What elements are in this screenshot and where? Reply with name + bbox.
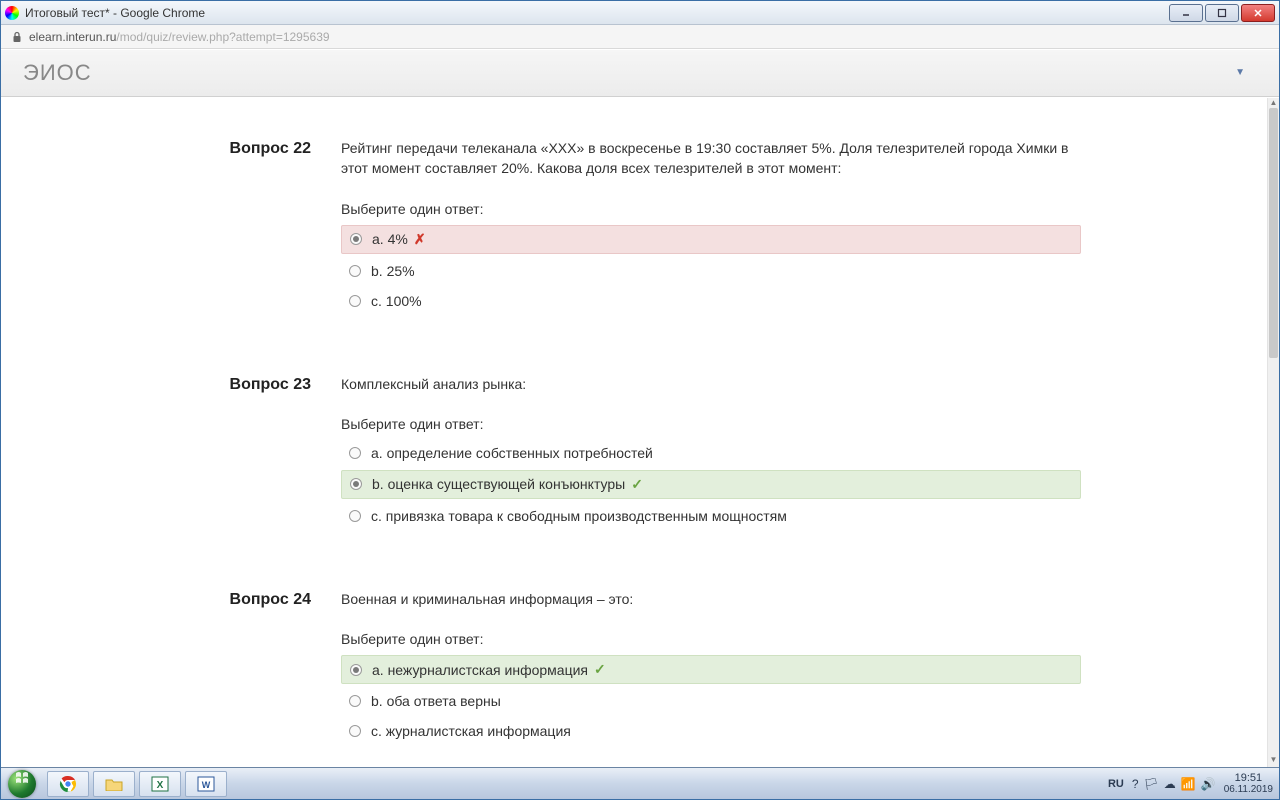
question-block: Вопрос 23 Комплексный анализ рынка: Выбери…	[1, 374, 1267, 533]
tray-language[interactable]: RU	[1108, 778, 1124, 790]
vertical-scrollbar[interactable]: ▲ ▼	[1267, 98, 1279, 767]
question-text: Рейтинг передачи телеканала «XXX» в воск…	[341, 138, 1081, 179]
url-host: elearn.interun.ru	[29, 30, 116, 44]
answer-option[interactable]: a. 4% ✗	[341, 225, 1081, 254]
svg-text:W: W	[202, 780, 211, 790]
quiz-content: Вопрос 22 Рейтинг передачи телеканала «XX…	[1, 98, 1267, 767]
taskbar-app-explorer[interactable]	[93, 771, 135, 797]
excel-icon: X	[151, 775, 169, 793]
question-number: Вопрос 23	[41, 376, 311, 394]
answer-option[interactable]: b. 25%	[341, 258, 1081, 284]
answer-label: b. оба ответа верны	[371, 693, 501, 709]
question-number: Вопрос 22	[41, 140, 311, 158]
taskbar-app-word[interactable]: W	[185, 771, 227, 797]
windows-orb-icon	[8, 770, 36, 798]
choose-label: Выберите один ответ:	[341, 416, 1081, 432]
tray-volume-icon[interactable]: 🔊	[1201, 777, 1216, 791]
taskbar-app-chrome[interactable]	[47, 771, 89, 797]
minimize-button[interactable]	[1169, 4, 1203, 22]
answer-label: b. оценка существующей конъюнктуры	[372, 476, 625, 492]
question-block: Вопрос 24 Военная и криминальная информац…	[1, 589, 1267, 748]
radio-icon	[350, 664, 362, 676]
url-bar[interactable]: elearn.interun.ru/mod/quiz/review.php?at…	[1, 25, 1279, 49]
answer-label: b. 25%	[371, 263, 415, 279]
question-number: Вопрос 24	[41, 591, 311, 609]
radio-icon	[349, 295, 361, 307]
window-title: Итоговый тест* - Google Chrome	[25, 6, 1169, 20]
question-block: Вопрос 22 Рейтинг передачи телеканала «XX…	[1, 138, 1267, 318]
answer-label: a. определение собственных потребностей	[371, 445, 653, 461]
site-title: ЭИОС	[23, 60, 92, 86]
url-path: /mod/quiz/review.php?attempt=1295639	[116, 30, 329, 44]
scroll-thumb[interactable]	[1269, 108, 1278, 358]
question-text: Военная и криминальная информация – это:	[341, 589, 1081, 609]
answer-list: a. определение собственных потребностей b…	[341, 440, 1081, 529]
answer-option[interactable]: b. оценка существующей конъюнктуры ✓	[341, 470, 1081, 499]
answer-list: a. 4% ✗ b. 25% c. 100%	[341, 225, 1081, 314]
radio-icon	[350, 478, 362, 490]
start-button[interactable]	[1, 768, 43, 800]
answer-label: c. 100%	[371, 293, 422, 309]
chrome-favicon-icon	[5, 6, 19, 20]
question-text: Комплексный анализ рынка:	[341, 374, 1081, 394]
radio-icon	[349, 447, 361, 459]
window-frame: Итоговый тест* - Google Chrome elearn.in…	[0, 0, 1280, 800]
tray-icons: ? 🏳 ☁ 📶 🔊	[1132, 777, 1216, 791]
close-button[interactable]	[1241, 4, 1275, 22]
correct-mark-icon: ✓	[631, 476, 643, 493]
header-caret-icon[interactable]: ▼	[1235, 67, 1257, 78]
answer-list: a. нежурналистская информация ✓ b. оба отв…	[341, 655, 1081, 744]
answer-option[interactable]: a. нежурналистская информация ✓	[341, 655, 1081, 684]
correct-mark-icon: ✓	[594, 661, 606, 678]
answer-option[interactable]: c. журналистская информация	[341, 718, 1081, 744]
maximize-button[interactable]	[1205, 4, 1239, 22]
tray-cloud-icon[interactable]: ☁	[1164, 777, 1176, 791]
tray-clock[interactable]: 19:51 06.11.2019	[1224, 772, 1273, 795]
answer-label: c. журналистская информация	[371, 723, 571, 739]
radio-icon	[350, 233, 362, 245]
answer-label: c. привязка товара к свободным производс…	[371, 508, 787, 524]
folder-icon	[105, 777, 123, 791]
answer-label: a. 4%	[372, 231, 408, 247]
answer-label: a. нежурналистская информация	[372, 662, 588, 678]
tray-network-icon[interactable]: 📶	[1181, 777, 1196, 791]
choose-label: Выберите один ответ:	[341, 201, 1081, 217]
radio-icon	[349, 725, 361, 737]
radio-icon	[349, 265, 361, 277]
tray-help-icon[interactable]: ?	[1132, 777, 1139, 791]
window-titlebar: Итоговый тест* - Google Chrome	[1, 1, 1279, 25]
word-icon: W	[197, 775, 215, 793]
radio-icon	[349, 695, 361, 707]
answer-option[interactable]: c. привязка товара к свободным производс…	[341, 503, 1081, 529]
tray-date: 06.11.2019	[1224, 784, 1273, 795]
taskbar: X W RU ? 🏳 ☁ 📶 🔊 19:51 06.11.2019	[1, 767, 1279, 799]
answer-option[interactable]: a. определение собственных потребностей	[341, 440, 1081, 466]
taskbar-apps: X W	[47, 771, 227, 797]
choose-label: Выберите один ответ:	[341, 631, 1081, 647]
taskbar-app-excel[interactable]: X	[139, 771, 181, 797]
window-buttons	[1169, 4, 1275, 22]
wrong-mark-icon: ✗	[414, 231, 426, 248]
lock-icon	[11, 31, 23, 43]
radio-icon	[349, 510, 361, 522]
scroll-down-arrow-icon[interactable]: ▼	[1268, 755, 1279, 767]
tray-time: 19:51	[1224, 772, 1273, 784]
answer-option[interactable]: c. 100%	[341, 288, 1081, 314]
site-header: ЭИОС ▼	[1, 49, 1279, 97]
answer-option[interactable]: b. оба ответа верны	[341, 688, 1081, 714]
tray-flag-icon[interactable]: 🏳	[1144, 777, 1159, 791]
svg-text:X: X	[157, 780, 164, 791]
system-tray: RU ? 🏳 ☁ 📶 🔊 19:51 06.11.2019	[1108, 772, 1273, 795]
chrome-icon	[59, 775, 77, 793]
